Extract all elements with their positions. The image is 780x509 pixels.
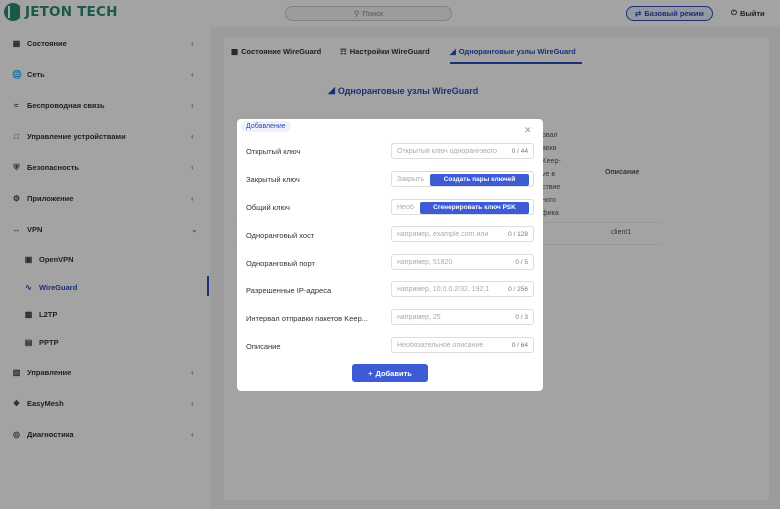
input-placeholder: Открытый ключ однорангового <box>397 147 497 155</box>
keepalive-interval-label: Интервал отправки пакетов Keep... <box>246 314 369 323</box>
char-counter: 0 / 128 <box>508 231 528 238</box>
close-icon[interactable]: ✕ <box>524 125 532 136</box>
allowed-ips-label: Разрешенные IP-адреса <box>246 286 332 295</box>
add-button[interactable]: + Добавить <box>352 364 428 382</box>
char-counter: 0 / 256 <box>508 286 528 293</box>
input-placeholder: Необ <box>397 203 414 211</box>
description-label: Описание <box>246 342 281 351</box>
private-key-label: Закрытый ключ <box>246 175 300 184</box>
input-placeholder: например, 25 <box>397 313 441 321</box>
preshared-key-label: Общий ключ <box>246 203 290 212</box>
peer-port-label: Одноранговый порт <box>246 259 315 268</box>
char-counter: 0 / 3 <box>515 314 528 321</box>
input-placeholder: Необязательное описание <box>397 341 484 349</box>
add-peer-dialog: Добавление ✕ Открытый ключ Открытый ключ… <box>237 119 543 391</box>
plus-icon: + <box>368 368 373 378</box>
public-key-label: Открытый ключ <box>246 147 301 156</box>
add-button-label: Добавить <box>375 368 412 378</box>
input-placeholder: например, example.com или <box>397 230 489 238</box>
peer-host-input[interactable]: например, example.com или 0 / 128 <box>391 226 534 242</box>
keepalive-interval-input[interactable]: например, 25 0 / 3 <box>391 309 534 325</box>
char-counter: 0 / 44 <box>511 148 528 155</box>
generate-keypair-button[interactable]: Создать пары ключей <box>430 173 529 186</box>
char-counter: 0 / 64 <box>511 342 528 349</box>
preshared-key-input[interactable]: Необ Сгенерировать ключ PSK <box>391 199 534 215</box>
allowed-ips-input[interactable]: например, 10.0.0.2/32, 192.1 0 / 256 <box>391 281 534 297</box>
peer-host-label: Одноранговый хост <box>246 231 315 240</box>
description-input[interactable]: Необязательное описание 0 / 64 <box>391 337 534 353</box>
generate-psk-button[interactable]: Сгенерировать ключ PSK <box>420 201 529 214</box>
private-key-input[interactable]: Закрыть Создать пары ключей <box>391 171 534 187</box>
input-placeholder: например, 10.0.0.2/32, 192.1 <box>397 285 490 293</box>
input-placeholder: например, 51820 <box>397 258 453 266</box>
public-key-input[interactable]: Открытый ключ однорангового 0 / 44 <box>391 143 534 159</box>
input-placeholder: Закрыть <box>397 175 424 183</box>
peer-port-input[interactable]: например, 51820 0 / 5 <box>391 254 534 270</box>
dialog-tab: Добавление <box>241 121 291 132</box>
char-counter: 0 / 5 <box>515 259 528 266</box>
